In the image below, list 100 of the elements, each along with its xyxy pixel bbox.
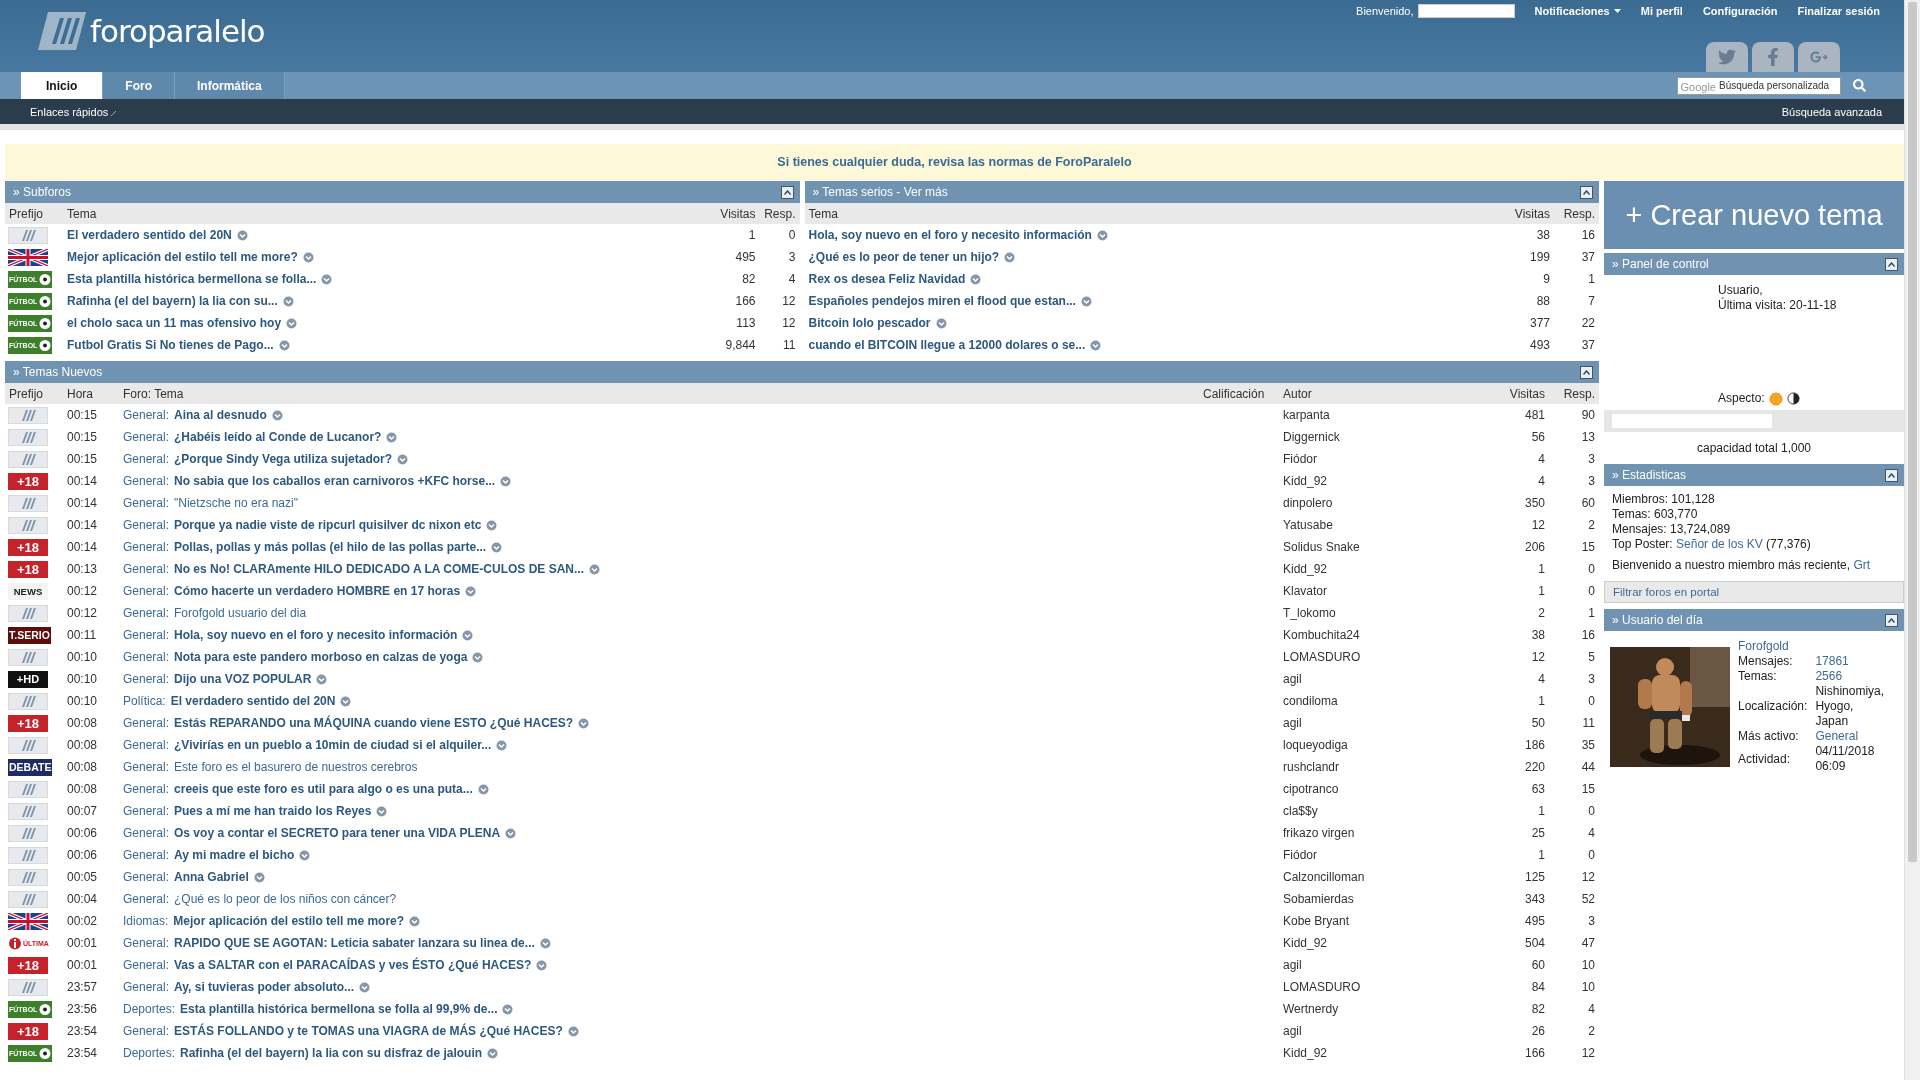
quick-links-menu[interactable]: Enlaces rápidos xyxy=(30,105,117,118)
forum-link[interactable]: General: xyxy=(123,1024,170,1038)
forum-link[interactable]: General: xyxy=(123,848,170,862)
forum-link[interactable]: Política: xyxy=(123,694,166,708)
user-link[interactable]: Grt xyxy=(1853,558,1871,572)
thread-link[interactable]: Este foro es el basurero de nuestros cerebros xyxy=(174,760,418,774)
forum-link[interactable]: Deportes: xyxy=(123,1046,176,1060)
search-icon[interactable] xyxy=(1853,79,1866,92)
facebook-icon[interactable] xyxy=(1752,42,1794,72)
thread-link[interactable]: Dijo una VOZ POPULAR xyxy=(174,672,312,686)
collapse-icon[interactable] xyxy=(1885,257,1898,271)
thread-link[interactable]: ¿Habéis leído al Conde de Lucanor? xyxy=(174,430,382,444)
collapse-icon[interactable] xyxy=(1580,365,1593,379)
advanced-search-link[interactable]: Búsqueda avanzada xyxy=(1781,105,1882,118)
thread-link[interactable]: cuando el BITCOIN llegue a 12000 dolares o se... xyxy=(808,338,1086,352)
thread-link[interactable]: Bitcoin lolo pescador xyxy=(808,316,931,330)
thread-link[interactable]: creeis que este foro es util para algo o es una puta... xyxy=(174,782,473,796)
forum-link[interactable]: General: xyxy=(123,540,170,554)
collapse-icon[interactable] xyxy=(1580,185,1593,199)
collapse-icon[interactable] xyxy=(1885,468,1898,482)
forum-link[interactable]: General: xyxy=(123,760,170,774)
thread-link[interactable]: Pollas, pollas y más pollas (el hilo de las pollas parte... xyxy=(174,540,487,554)
thread-link[interactable]: Vas a SALTAR con el PARACAÍDAS y ves ÉSTO ¿Qué HACES? xyxy=(174,958,532,972)
user-link[interactable]: Señor de los KV xyxy=(1676,537,1763,551)
forum-link[interactable]: General: xyxy=(123,518,170,532)
thread-link[interactable]: El verdadero sentido del 20N xyxy=(67,228,232,242)
field-link[interactable]: General xyxy=(1815,729,1890,744)
thread-link[interactable]: el cholo saca un 11 mas ofensivo hoy xyxy=(67,316,282,330)
forum-link[interactable]: General: xyxy=(123,804,170,818)
forum-link[interactable]: General: xyxy=(123,496,170,510)
nav-tab[interactable]: Inicio xyxy=(21,72,104,99)
thread-link[interactable]: Ay, si tuvieras poder absoluto... xyxy=(174,980,355,994)
collapse-icon[interactable] xyxy=(1885,613,1898,627)
thread-link[interactable]: Cómo hacerte un verdadero HOMBRE en 17 horas xyxy=(174,584,461,598)
thread-link[interactable]: Os voy a contar el SECRETO para tener una VIDA PLENA xyxy=(174,826,501,840)
thread-link[interactable]: No sabia que los caballos eran carnivoros +KFC horse... xyxy=(174,474,496,488)
thread-link[interactable]: Forofgold usuario del dia xyxy=(174,606,307,620)
forum-link[interactable]: General: xyxy=(123,870,170,884)
thread-link[interactable]: ESTÁS FOLLANDO y te TOMAS una VIAGRA de MÁS ¿Qué HACES? xyxy=(174,1024,563,1038)
thread-link[interactable]: Esta plantilla histórica bermellona se folla... xyxy=(67,272,317,286)
create-topic-button[interactable]: + Crear nuevo tema xyxy=(1604,181,1904,249)
forum-link[interactable]: General: xyxy=(123,650,170,664)
thread-link[interactable]: RAPIDO QUE SE AGOTAN: Leticia sabater lanzara su linea de... xyxy=(174,936,535,950)
forum-link[interactable]: General: xyxy=(123,672,170,686)
thread-link[interactable]: Futbol Gratis Si No tienes de Pago... xyxy=(67,338,274,352)
thread-link[interactable]: Esta plantilla histórica bermellona se folla al 99,9% de... xyxy=(180,1002,498,1016)
thread-link[interactable]: Rafinha (el del bayern) la lia con su disfraz de jalouin xyxy=(180,1046,483,1060)
field-link[interactable]: 17861 xyxy=(1815,654,1890,669)
google-plus-icon[interactable] xyxy=(1798,42,1840,72)
forum-link[interactable]: General: xyxy=(123,738,170,752)
forum-link[interactable]: General: xyxy=(123,892,170,906)
thread-link[interactable]: Porque ya nadie viste de ripcurl quisilver dc nixon etc xyxy=(174,518,482,532)
thread-link[interactable]: Ay mi madre el bicho xyxy=(174,848,295,862)
filter-forums-link[interactable]: Filtrar foros en portal xyxy=(1604,581,1904,603)
nav-tab[interactable]: Informática xyxy=(175,72,285,99)
thread-link[interactable]: Mejor aplicación del estilo tell me more? xyxy=(173,914,405,928)
forum-link[interactable]: General: xyxy=(123,980,170,994)
notifications-menu[interactable]: Notificaciones xyxy=(1534,5,1621,17)
thread-link[interactable]: ¿Vivirías en un pueblo a 10min de ciudad si el alquiler... xyxy=(174,738,492,752)
thread-link[interactable]: Estás REPARANDO una MÁQUINA cuando viene ESTO ¿Qué HACES? xyxy=(174,716,574,730)
thread-link[interactable]: Nota para este pandero morboso en calzas de yoga xyxy=(174,650,468,664)
thread-link[interactable]: ¿Qué es lo peor de tener un hijo? xyxy=(808,250,1000,264)
nav-tab[interactable]: Foro xyxy=(103,72,175,99)
forum-link[interactable]: General: xyxy=(123,408,170,422)
forum-link[interactable]: General: xyxy=(123,958,170,972)
panel-title[interactable]: » Temas serios - Ver más xyxy=(812,185,948,199)
twitter-icon[interactable] xyxy=(1706,42,1748,72)
thread-link[interactable]: ¿Porque Sindy Vega utiliza sujetador? xyxy=(174,452,393,466)
thread-link[interactable]: Anna Gabriel xyxy=(174,870,249,884)
contrast-icon[interactable] xyxy=(1786,392,1800,405)
forum-link[interactable]: General: xyxy=(123,936,170,950)
thread-link[interactable]: El verdadero sentido del 20N xyxy=(170,694,336,708)
thread-link[interactable]: "Nietzsche no era nazi" xyxy=(174,496,298,510)
thread-link[interactable]: Rafinha (el del bayern) la lia con su... xyxy=(67,294,278,308)
forum-link[interactable]: General: xyxy=(123,584,170,598)
forum-link[interactable]: General: xyxy=(123,606,170,620)
thread-link[interactable]: Españoles pendejos miren el flood que estan... xyxy=(808,294,1076,308)
forum-link[interactable]: General: xyxy=(123,474,170,488)
thread-link[interactable]: Hola, soy nuevo en el foro y necesito información xyxy=(808,228,1092,242)
field-link[interactable]: 2566 xyxy=(1815,669,1890,684)
forum-link[interactable]: Idiomas: xyxy=(123,914,169,928)
forum-link[interactable]: General: xyxy=(123,782,170,796)
thread-link[interactable]: Hola, soy nuevo en el foro y necesito información xyxy=(174,628,458,642)
forum-link[interactable]: General: xyxy=(123,716,170,730)
header-link[interactable]: Finalizar sesión xyxy=(1797,5,1880,17)
thread-link[interactable]: Rex os desea Feliz Navidad xyxy=(808,272,966,286)
thread-link[interactable]: ¿Qué es lo peor de los niños con cáncer? xyxy=(174,892,397,906)
header-link[interactable]: Mi perfil xyxy=(1640,5,1683,17)
thread-link[interactable]: Pues a mí me han traido los Reyes xyxy=(174,804,372,818)
logo-text[interactable]: foroparalelo xyxy=(90,13,265,49)
thread-link[interactable]: Aina al desnudo xyxy=(174,408,267,422)
forum-link[interactable]: General: xyxy=(123,562,170,576)
forum-link[interactable]: General: xyxy=(123,430,170,444)
collapse-icon[interactable] xyxy=(780,185,794,199)
scrollbar[interactable] xyxy=(1904,0,1920,1080)
forum-link[interactable]: General: xyxy=(123,452,170,466)
thread-link[interactable]: No es No! CLARAmente HILO DEDICADO A LA COME-CULOS DE SAN... xyxy=(174,562,585,576)
forum-link[interactable]: General: xyxy=(123,628,170,642)
header-link[interactable]: Configuración xyxy=(1702,5,1778,17)
forum-link[interactable]: Deportes: xyxy=(123,1002,176,1016)
